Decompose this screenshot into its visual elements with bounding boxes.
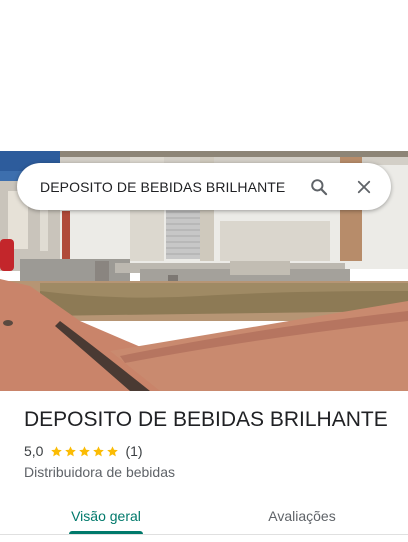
tab-reviews[interactable]: Avaliações: [248, 494, 356, 538]
tab-bar: Visão geral Avaliações: [0, 494, 408, 538]
rating-row[interactable]: 5,0 (1): [24, 443, 143, 459]
place-title: DEPOSITO DE BEBIDAS BRILHANTE: [24, 408, 388, 431]
search-box[interactable]: DEPOSITO DE BEBIDAS BRILHANTE: [17, 163, 391, 210]
map-blank-area: [0, 0, 408, 151]
star-icon: [79, 445, 91, 456]
tabs-divider: [0, 534, 408, 535]
place-panel: DEPOSITO DE BEBIDAS BRILHANTE DEPOSITO D…: [0, 0, 408, 542]
star-icon: [107, 445, 119, 456]
star-icon: [93, 445, 105, 456]
place-category[interactable]: Distribuidora de bebidas: [24, 464, 175, 480]
close-icon: [357, 180, 371, 193]
star-rating: [50, 445, 120, 458]
search-icon: [311, 178, 328, 195]
review-count[interactable]: (1): [125, 443, 142, 459]
close-button[interactable]: [346, 169, 382, 205]
star-icon: [51, 445, 63, 456]
search-button[interactable]: [301, 169, 337, 205]
star-icon: [65, 445, 77, 456]
rating-value: 5,0: [24, 443, 44, 459]
search-input[interactable]: DEPOSITO DE BEBIDAS BRILHANTE: [40, 179, 301, 195]
